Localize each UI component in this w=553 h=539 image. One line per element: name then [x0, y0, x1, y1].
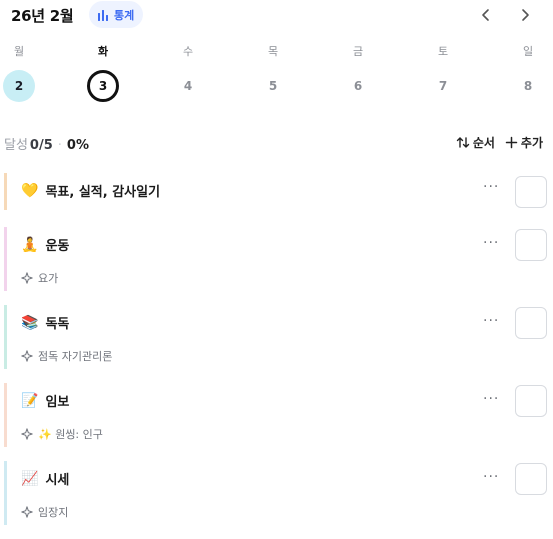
weekday-label: 토 — [437, 45, 449, 58]
next-week-button[interactable] — [514, 4, 536, 26]
goal-card[interactable]: 📝 임보 ✨ 원씽: 인구 ··· — [4, 383, 549, 447]
goal-title-row: 🧘 운동 — [21, 235, 70, 255]
progress-summary: 달성 0/5 · 0% — [4, 134, 89, 153]
goal-checkbox[interactable] — [515, 463, 547, 495]
day-cell-today[interactable]: 2 — [3, 70, 35, 102]
goal-title-row: 📈 시세 — [21, 469, 70, 489]
progress-label: 달성 — [4, 138, 28, 153]
stats-label: 통계 — [114, 8, 135, 22]
memo-icon: 📝 — [21, 392, 39, 409]
goal-checkbox[interactable] — [515, 176, 547, 208]
bar-chart-icon — [97, 9, 110, 21]
goal-subtask-text: ✨ 원씽: 인구 — [38, 428, 103, 441]
stats-button[interactable]: 통계 — [89, 1, 144, 28]
goal-card[interactable]: 📈 시세 임장지 ··· — [4, 461, 549, 525]
goal-checkbox[interactable] — [515, 385, 547, 417]
chevron-left-icon — [482, 9, 489, 21]
weekday-label: 금 — [352, 45, 364, 58]
goal-title-row: 📚 독독 — [21, 313, 70, 333]
goal-title: 임보 — [45, 395, 70, 410]
more-options-button[interactable]: ··· — [483, 391, 499, 407]
sort-arrows-icon — [456, 137, 470, 148]
sort-label: 순서 — [472, 136, 495, 150]
day-cell[interactable]: 4 — [172, 70, 204, 102]
month-title: 26년 2월 — [11, 7, 74, 25]
more-options-button[interactable]: ··· — [483, 179, 499, 195]
goal-subtask: 요가 — [21, 270, 58, 286]
more-options-button[interactable]: ··· — [483, 469, 499, 485]
day-cell[interactable]: 5 — [257, 70, 289, 102]
goal-title: 운동 — [45, 239, 70, 254]
day-cell[interactable]: 8 — [512, 70, 544, 102]
goal-checkbox[interactable] — [515, 229, 547, 261]
weekday-label: 화 — [97, 45, 109, 58]
day-cell[interactable]: 6 — [342, 70, 374, 102]
plus-icon — [505, 136, 518, 149]
day-cell[interactable]: 7 — [427, 70, 459, 102]
goal-subtask: 점독 자기관리론 — [21, 348, 112, 364]
chevron-right-icon — [522, 9, 529, 21]
sparkle-outline-icon — [21, 428, 33, 440]
goal-title: 독독 — [45, 317, 70, 332]
goal-card[interactable]: 🧘 운동 요가 ··· — [4, 227, 549, 291]
progress-separator: · — [57, 138, 62, 153]
sparkle-outline-icon — [21, 506, 33, 518]
list-tools: 순서 추가 — [456, 134, 543, 151]
weekday-label: 월 — [13, 45, 25, 58]
goal-checkbox[interactable] — [515, 307, 547, 339]
progress-percent: 0% — [66, 138, 89, 153]
sparkle-outline-icon — [21, 272, 33, 284]
add-button[interactable]: 추가 — [505, 134, 543, 151]
goal-title: 시세 — [45, 473, 70, 488]
goal-subtask-text: 임장지 — [38, 506, 69, 519]
goal-card[interactable]: 📚 독독 점독 자기관리론 ··· — [4, 305, 549, 369]
meditation-icon: 🧘 — [21, 236, 39, 253]
sparkle-outline-icon — [21, 350, 33, 362]
goal-title-row: 💛 목표, 실적, 감사일기 — [21, 181, 161, 201]
weekday-label: 일 — [522, 45, 534, 58]
goal-subtask-text: 점독 자기관리론 — [38, 350, 113, 363]
goal-title-row: 📝 임보 — [21, 391, 70, 411]
goal-subtask-text: 요가 — [38, 272, 59, 285]
add-label: 추가 — [520, 136, 543, 150]
progress-count: 0/5 — [29, 138, 53, 153]
goal-title: 목표, 실적, 감사일기 — [45, 185, 161, 200]
books-icon: 📚 — [21, 314, 39, 331]
goal-subtask: 임장지 — [21, 504, 68, 520]
weekday-label: 수 — [182, 45, 194, 58]
prev-week-button[interactable] — [475, 4, 497, 26]
heart-icon: 💛 — [21, 182, 39, 199]
day-cell-selected[interactable]: 3 — [87, 70, 119, 102]
more-options-button[interactable]: ··· — [483, 235, 499, 251]
weekday-label: 목 — [267, 45, 279, 58]
sort-button[interactable]: 순서 — [456, 134, 495, 151]
goal-card[interactable]: 💛 목표, 실적, 감사일기 ··· — [4, 173, 549, 210]
more-options-button[interactable]: ··· — [483, 313, 499, 329]
chart-increasing-icon: 📈 — [21, 470, 39, 487]
goal-subtask: ✨ 원씽: 인구 — [21, 426, 103, 442]
calendar-header: 26년 2월 통계 — [0, 0, 553, 30]
